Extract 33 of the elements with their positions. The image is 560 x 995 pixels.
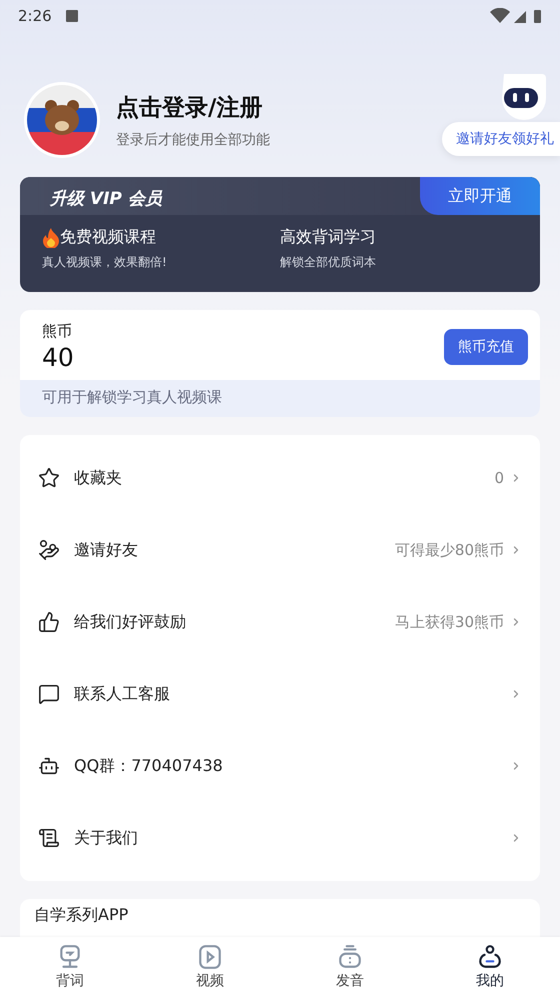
menu-item[interactable]: 关于我们 bbox=[20, 802, 540, 874]
chat-icon bbox=[38, 683, 60, 705]
activate-button[interactable]: 立即开通 bbox=[420, 177, 540, 215]
hand-coin-icon bbox=[38, 539, 60, 561]
play-icon bbox=[197, 944, 223, 970]
status-time: 2:26 bbox=[18, 7, 52, 25]
document-icon bbox=[38, 827, 60, 849]
menu-item[interactable]: 联系人工客服 bbox=[20, 658, 540, 730]
menu-item[interactable]: 邀请好友 可得最少80熊币 bbox=[20, 514, 540, 586]
star-icon bbox=[38, 467, 60, 489]
menu-item[interactable]: QQ群：770407438 bbox=[20, 730, 540, 802]
user-icon bbox=[477, 944, 503, 970]
tab[interactable]: 我的 bbox=[420, 937, 560, 995]
coin-amount: 40 bbox=[42, 343, 75, 372]
recharge-button[interactable]: 熊币充值 bbox=[444, 329, 528, 365]
login-hint: 登录后才能使用全部功能 bbox=[116, 130, 270, 148]
thumbs-up-icon bbox=[38, 611, 60, 633]
feature-title: 高效背词学习 bbox=[280, 227, 376, 248]
login-link[interactable]: 点击登录/注册 bbox=[116, 92, 270, 122]
coin-note: 可用于解锁学习真人视频课 bbox=[20, 380, 540, 417]
tab[interactable]: 发音 bbox=[280, 937, 420, 995]
vip-title: 升级 VIP 会员 bbox=[48, 188, 164, 211]
menu-item[interactable]: 收藏夹 0 bbox=[20, 442, 540, 514]
tab[interactable]: 背词 bbox=[0, 937, 140, 995]
feature-description: 解锁全部优质词本 bbox=[280, 254, 377, 271]
section-title: 自学系列APP bbox=[34, 905, 128, 924]
feature-description: 真人视频课，效果翻倍! bbox=[42, 254, 168, 271]
coin-label: 熊币 bbox=[42, 322, 73, 341]
tab[interactable]: 视频 bbox=[140, 937, 280, 995]
menu-item[interactable]: 给我们好评鼓励 马上获得30熊币 bbox=[20, 586, 540, 658]
feature-title: 免费视频课程 bbox=[60, 227, 156, 248]
invite-badge[interactable]: 邀请好友领好礼 bbox=[442, 122, 560, 156]
status-icons-drawing bbox=[490, 8, 542, 24]
